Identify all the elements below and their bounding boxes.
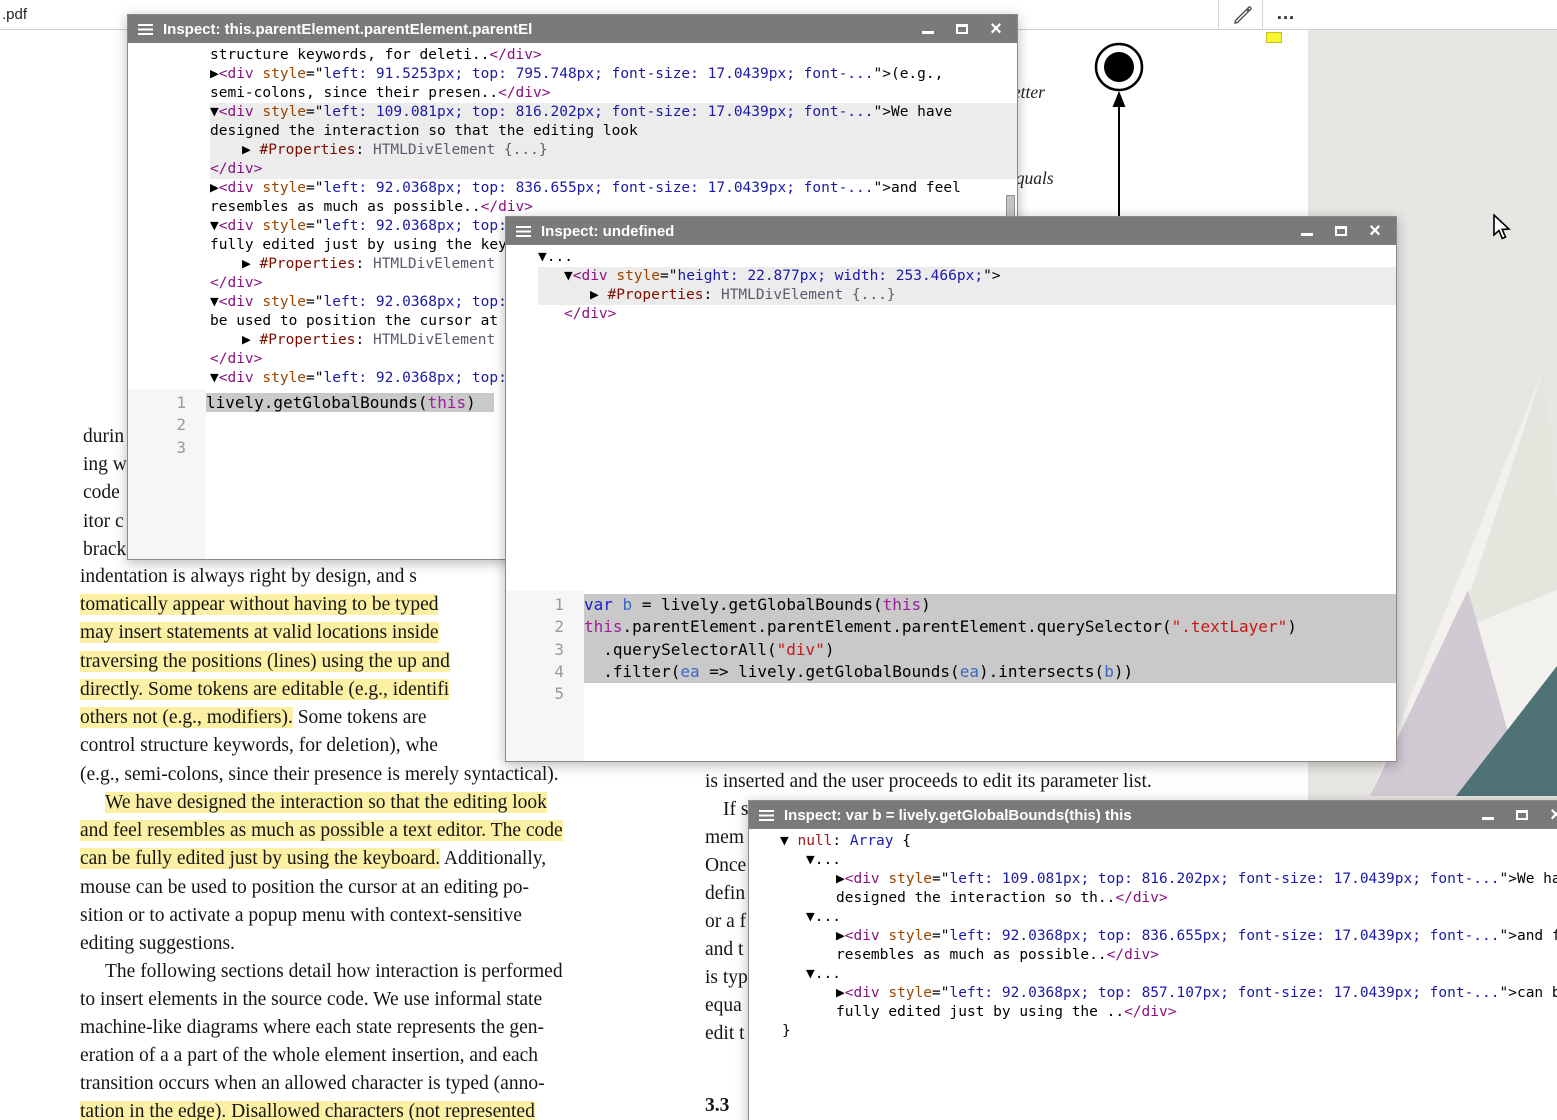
mouse-cursor <box>1492 214 1514 244</box>
dom-tree-node[interactable]: designed the interaction so th..</div> <box>780 889 1557 908</box>
dom-tree[interactable]: ▼ null: Array {▼...▶<div style="left: 10… <box>749 829 1557 1120</box>
window-controls: × <box>1290 217 1392 245</box>
maximize-button[interactable] <box>1324 217 1358 245</box>
window-title: Inspect: undefined <box>541 223 1290 240</box>
maximize-button[interactable] <box>1505 801 1539 829</box>
code-lines: var b = lively.getGlobalBounds(this)this… <box>584 591 1396 761</box>
toolbar-separator <box>1262 0 1263 30</box>
line-number-gutter: 123 <box>128 389 206 559</box>
line-number: 5 <box>506 683 564 705</box>
line-number: 3 <box>128 437 186 459</box>
window-title: Inspect: var b = lively.getGlobalBounds(… <box>784 807 1471 824</box>
dom-tree-node[interactable]: resembles as much as possible..</div> <box>780 946 1557 965</box>
window-title: Inspect: this.parentElement.parentElemen… <box>163 21 911 38</box>
dom-tree-node[interactable]: structure keywords, for deleti..</div> <box>210 46 1017 65</box>
line-number-gutter: 12345 <box>506 591 584 761</box>
dom-tree-node[interactable]: } <box>780 1022 1557 1041</box>
code-line[interactable] <box>584 683 1396 705</box>
dom-tree-node[interactable]: </div> <box>538 305 1396 324</box>
dom-tree-node[interactable]: semi-colons, since their presen..</div> <box>210 84 1017 103</box>
toolbar-separator <box>1218 0 1219 30</box>
close-button[interactable]: × <box>1358 217 1392 245</box>
maximize-button[interactable] <box>945 15 979 43</box>
screen: durining wcodeitor cbrackindentation is … <box>0 0 1557 1120</box>
minimize-icon <box>1482 817 1494 820</box>
minimize-button[interactable] <box>911 15 945 43</box>
maximize-icon <box>1335 226 1347 236</box>
state-diagram <box>1080 30 1170 230</box>
minimize-button[interactable] <box>1471 801 1505 829</box>
line-number: 2 <box>506 616 564 638</box>
code-editor[interactable]: 12345var b = lively.getGlobalBounds(this… <box>506 591 1396 761</box>
dom-tree-node[interactable]: ▶ #Properties: HTMLDivElement {...} <box>210 141 1017 160</box>
hamburger-menu-icon[interactable] <box>516 226 531 237</box>
dom-tree-node[interactable]: ▶<div style="left: 92.0368px; top: 836.6… <box>210 179 1017 198</box>
dom-tree-node[interactable]: ▼<div style="height: 22.877px; width: 25… <box>538 267 1396 286</box>
pdf-filename: .pdf <box>2 6 27 23</box>
window-controls: × <box>911 15 1013 43</box>
inspector-window-undefined: Inspect: undefined×▼...▼<div style="heig… <box>505 216 1397 762</box>
highlight-annotation-marker[interactable] <box>1266 32 1282 43</box>
dom-tree-node[interactable]: ▼... <box>780 851 1557 870</box>
dom-tree-node[interactable]: ▼... <box>780 908 1557 927</box>
dom-tree-node[interactable]: fully edited just by using the ..</div> <box>780 1003 1557 1022</box>
dom-tree-node[interactable]: ▼... <box>780 965 1557 984</box>
code-line[interactable]: var b = lively.getGlobalBounds(this) <box>584 594 1396 616</box>
maximize-icon <box>1516 810 1528 820</box>
window-titlebar[interactable]: Inspect: var b = lively.getGlobalBounds(… <box>749 801 1557 829</box>
dom-tree-node[interactable]: ▼<div style="left: 109.081px; top: 816.2… <box>210 103 1017 122</box>
code-line[interactable]: .querySelectorAll("div") <box>584 639 1396 661</box>
dom-tree-node[interactable]: ▶<div style="left: 109.081px; top: 816.2… <box>780 870 1557 889</box>
inspector-window-bounds: Inspect: var b = lively.getGlobalBounds(… <box>748 800 1557 1120</box>
end-state-icon <box>1080 30 1170 230</box>
pencil-icon <box>1232 4 1252 24</box>
minimize-icon <box>1301 233 1313 236</box>
close-button[interactable]: × <box>1539 801 1557 829</box>
line-number: 1 <box>128 392 186 414</box>
window-controls: × <box>1471 801 1557 829</box>
dom-tree-node[interactable]: ▶<div style="left: 92.0368px; top: 836.6… <box>780 927 1557 946</box>
dom-tree-node[interactable]: ▶<div style="left: 91.5253px; top: 795.7… <box>210 65 1017 84</box>
dom-tree-node[interactable]: ▼ null: Array { <box>780 832 1557 851</box>
dom-tree-node[interactable]: ▼... <box>538 248 1396 267</box>
line-number: 3 <box>506 639 564 661</box>
hamburger-menu-icon[interactable] <box>759 810 774 821</box>
window-titlebar[interactable]: Inspect: this.parentElement.parentElemen… <box>128 15 1017 43</box>
code-line[interactable]: this.parentElement.parentElement.parentE… <box>584 616 1396 638</box>
dom-tree-node[interactable]: </div> <box>210 160 1017 179</box>
code-line[interactable]: .filter(ea => lively.getGlobalBounds(ea)… <box>584 661 1396 683</box>
maximize-icon <box>956 24 968 34</box>
close-button[interactable]: × <box>979 15 1013 43</box>
line-number: 1 <box>506 594 564 616</box>
annotate-button[interactable] <box>1226 2 1258 28</box>
dom-tree[interactable]: ▼...▼<div style="height: 22.877px; width… <box>506 245 1396 593</box>
dom-tree-node[interactable]: resembles as much as possible..</div> <box>210 198 1017 217</box>
minimize-icon <box>922 31 934 34</box>
line-number: 4 <box>506 661 564 683</box>
more-options-button[interactable]: … <box>1268 0 1304 28</box>
dom-tree-node[interactable]: designed the interaction so that the edi… <box>210 122 1017 141</box>
line-number: 2 <box>128 414 186 436</box>
dom-tree-node[interactable]: ▶ #Properties: HTMLDivElement {...} <box>538 286 1396 305</box>
minimize-button[interactable] <box>1290 217 1324 245</box>
hamburger-menu-icon[interactable] <box>138 24 153 35</box>
window-titlebar[interactable]: Inspect: undefined × <box>506 217 1396 245</box>
dom-tree-node[interactable]: ▶<div style="left: 92.0368px; top: 857.1… <box>780 984 1557 1003</box>
